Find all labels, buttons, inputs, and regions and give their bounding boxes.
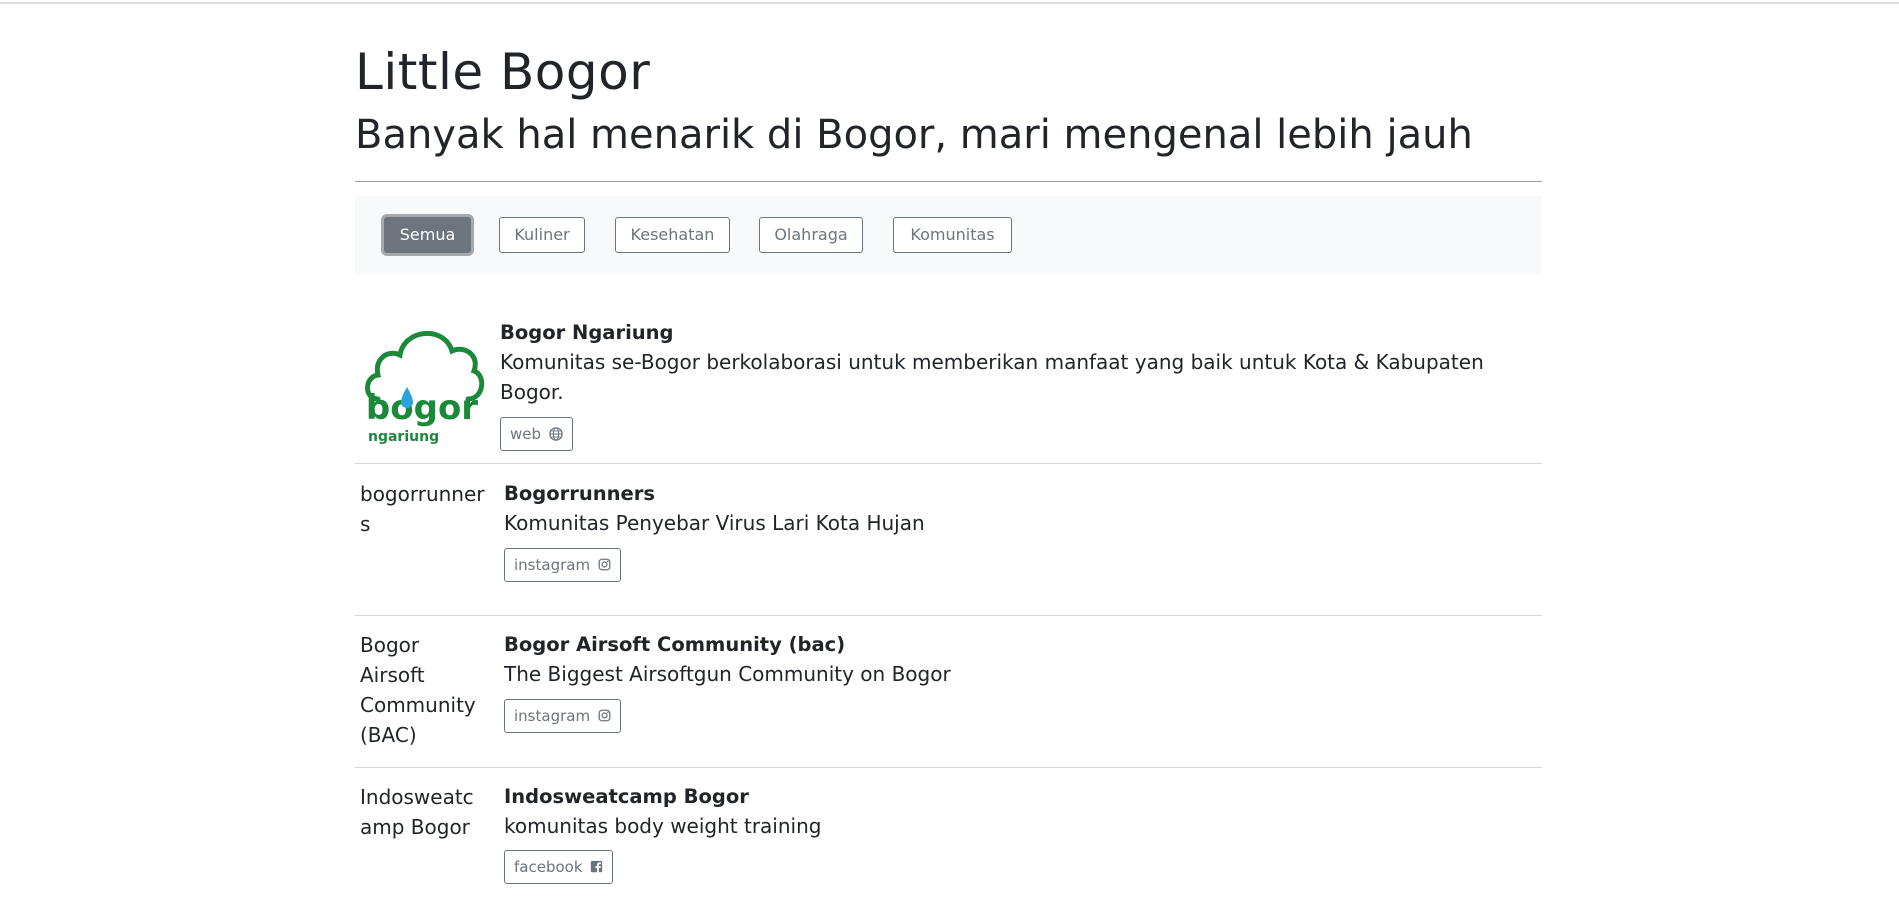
filter-olahraga-button[interactable]: Olahraga [759,217,863,253]
link-label: instagram [514,556,591,574]
instagram-link-button[interactable]: instagram [504,699,621,733]
link-label: facebook [514,858,583,876]
instagram-link-button[interactable]: instagram [504,548,621,582]
item-image-broken: Indosweatcamp Bogor [360,785,474,839]
item-image-broken: bogorrunners [360,482,485,536]
globe-icon [549,426,563,441]
item-name: Indosweatcamp Bogor [504,785,749,808]
facebook-link-button[interactable]: facebook [504,850,614,884]
top-border [0,2,1899,4]
item-description: Komunitas Penyebar Virus Lari Kota Hujan [504,511,925,535]
filter-semua-button[interactable]: Semua [384,217,471,253]
item-divider [355,615,1542,616]
facebook-icon [591,860,603,873]
logo-brand-text: bogor [366,388,478,428]
filter-komunitas-button[interactable]: Komunitas [893,217,1012,253]
item-name: Bogor Airsoft Community (bac) [504,633,846,656]
item-name: Bogorrunners [504,482,655,505]
item-image-broken: Bogor Airsoft Community (BAC) [360,633,476,747]
page-title: Little Bogor [355,43,651,101]
instagram-icon [598,558,611,571]
item-description: komunitas body weight training [504,814,822,838]
category-filter-bar: Semua Kuliner Kesehatan Olahraga Komunit… [355,196,1542,274]
item-description: The Biggest Airsoftgun Community on Bogo… [504,662,951,686]
web-link-button[interactable]: web [500,417,573,451]
logo-sub-text: ngariung [368,429,439,445]
instagram-icon [598,709,611,722]
bogor-ngariung-logo: bogor ngariung [365,331,485,445]
page-subtitle: Banyak hal menarik di Bogor, mari mengen… [355,112,1473,158]
filter-kuliner-button[interactable]: Kuliner [499,217,585,253]
item-description: Komunitas se-Bogor berkolaborasi untuk m… [500,350,1484,404]
item-divider [355,463,1542,464]
item-divider [355,767,1542,768]
link-label: web [510,425,542,443]
item-name: Bogor Ngariung [500,321,674,344]
filter-kesehatan-button[interactable]: Kesehatan [615,217,730,253]
link-label: instagram [514,707,591,725]
header-divider [355,181,1542,182]
